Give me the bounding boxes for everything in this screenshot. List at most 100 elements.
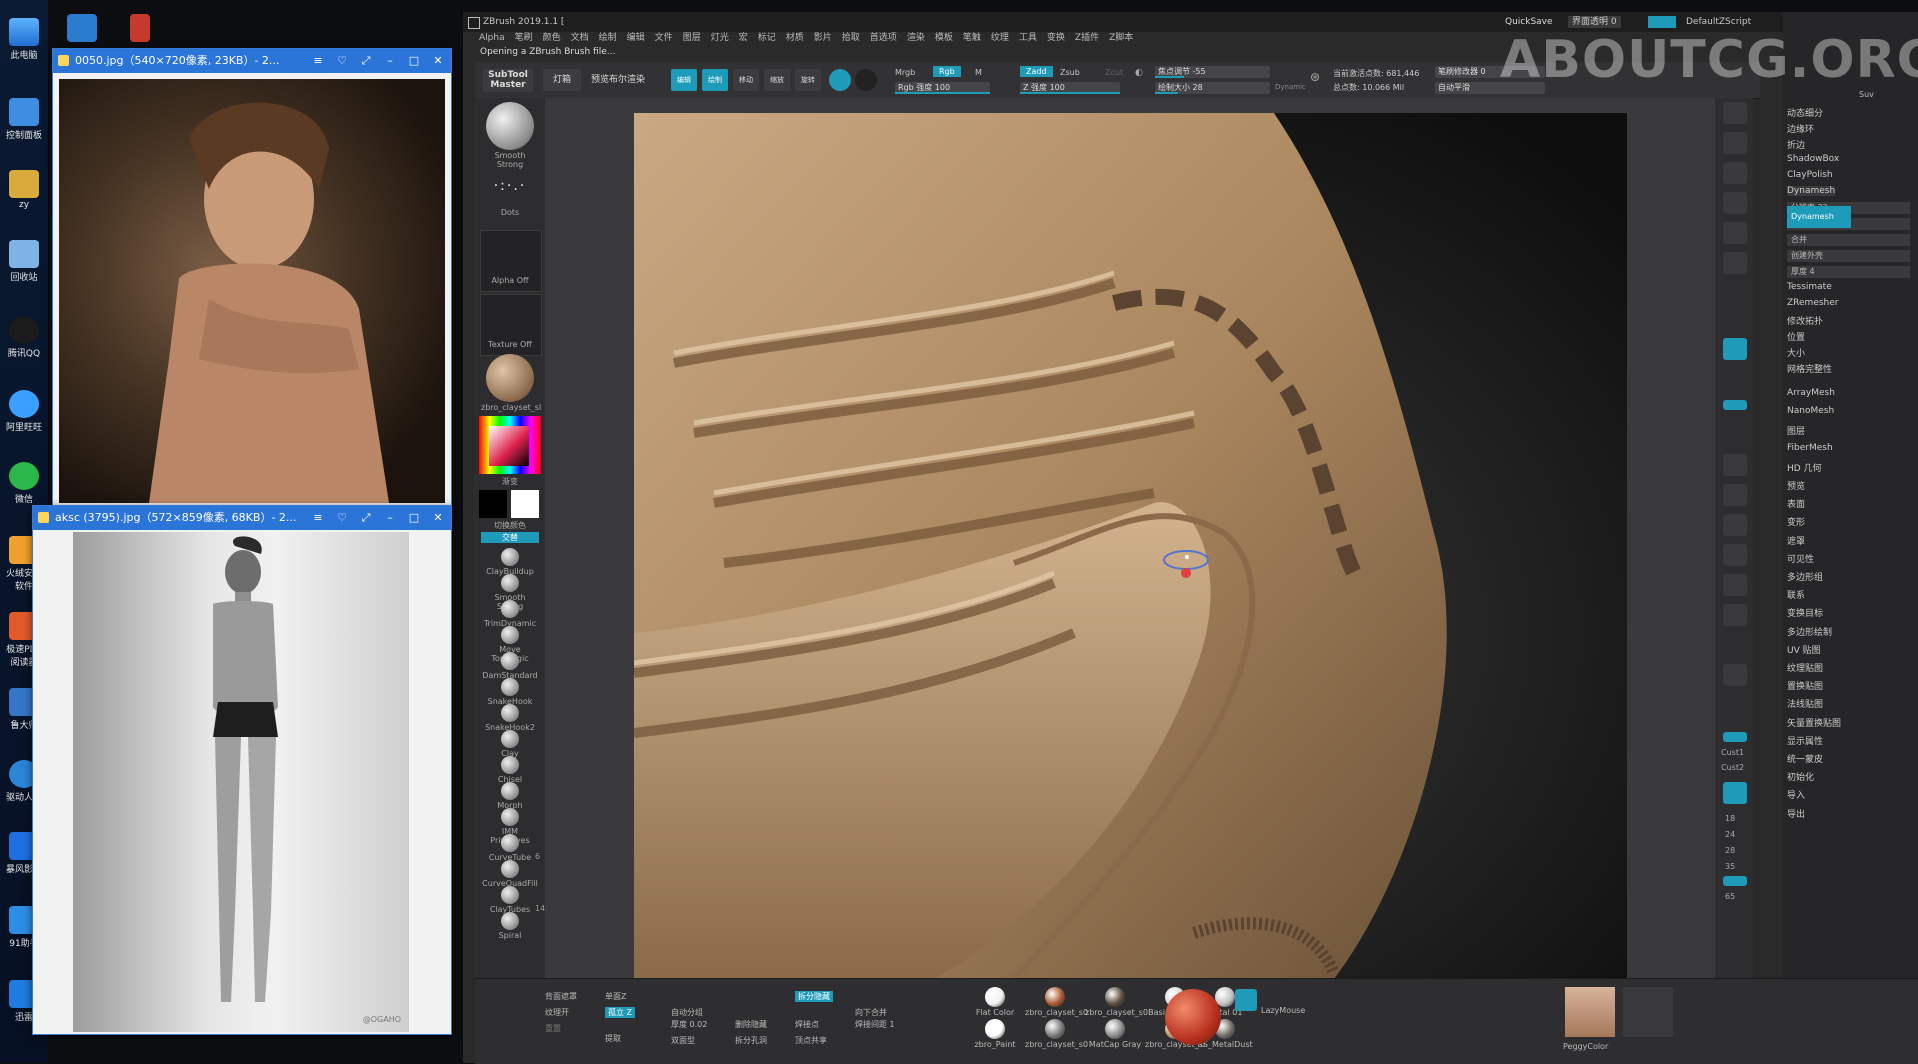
panel-item[interactable]: 多边形绘制 (1787, 625, 1832, 638)
focal-shift-slider[interactable]: 焦点调节 -55 (1155, 66, 1270, 78)
thickness-slider[interactable]: 厚度 0.02 (671, 1019, 707, 1030)
menu-item[interactable]: 文档 (571, 30, 589, 46)
pin-icon[interactable]: ♡ (335, 49, 349, 73)
panel-item[interactable]: Tessimate (1787, 282, 1832, 292)
panel-item[interactable]: ShadowBox (1787, 154, 1839, 164)
panel-item[interactable]: FiberMesh (1787, 443, 1833, 453)
menu-item[interactable]: 颜色 (543, 30, 561, 46)
menu-item[interactable]: 编辑 (627, 30, 645, 46)
menu-toggle[interactable] (1648, 16, 1676, 28)
vertex-share-button[interactable]: 顶点共享 (795, 1035, 827, 1046)
solo-button[interactable] (1723, 664, 1747, 686)
brush-slot[interactable]: TrimDynamic (481, 600, 539, 628)
brush-slot[interactable]: Clay (481, 730, 539, 758)
panel-item[interactable]: Dynamesh (1787, 186, 1836, 196)
zadd-button[interactable]: Zadd (1020, 66, 1053, 77)
panel-item[interactable]: 变换目标 (1787, 606, 1823, 619)
lightbox-button[interactable]: 灯箱 (543, 69, 581, 91)
image-viewer-window-1[interactable]: 0050.jpg（540×720像素, 23KB）- 2... ≡ ♡ ⤢ – … (52, 48, 452, 508)
panel-item[interactable]: 统一蒙皮 (1787, 752, 1823, 765)
desktop-icon-store[interactable] (60, 14, 104, 44)
color-picker[interactable] (479, 416, 541, 474)
material-sphere-icon[interactable] (855, 69, 877, 91)
menu-item[interactable]: 模板 (935, 30, 953, 46)
material-swatch[interactable]: zbro_Paint (965, 1019, 1025, 1049)
secondary-color-swatch[interactable] (511, 490, 539, 518)
dynamic-toggle[interactable]: Dynamic (1275, 83, 1306, 91)
focal-18[interactable]: 18 (1725, 814, 1735, 823)
panel-item[interactable]: 多边形组 (1787, 570, 1823, 583)
swap-color-label[interactable]: 切换颜色 (481, 520, 539, 531)
material-slot[interactable]: zbro_clayset_sl (481, 354, 541, 412)
frame-button[interactable] (1723, 454, 1747, 476)
panel-item[interactable]: UV 贴图 (1787, 643, 1821, 656)
brush-slot[interactable]: ClayBuildup (481, 548, 539, 576)
desktop-icon-control-panel[interactable]: 控制面板 (2, 98, 46, 141)
menu-item[interactable]: 图层 (683, 30, 701, 46)
draw-button[interactable]: 绘制 (702, 69, 728, 91)
camera-button[interactable] (1723, 782, 1747, 804)
weld-dist-slider[interactable]: 焊接间距 1 (855, 1019, 895, 1030)
focal-24[interactable]: 24 (1725, 830, 1735, 839)
minimize-icon[interactable]: – (383, 49, 397, 73)
reset-button[interactable]: 重置 (545, 1023, 561, 1034)
panel-item[interactable]: 法线贴图 (1787, 697, 1823, 710)
panel-item[interactable]: 预览 (1787, 479, 1805, 492)
rotate-view-button[interactable] (1723, 544, 1747, 566)
split-hidden-button[interactable]: 拆分隐藏 (795, 991, 833, 1002)
menu-item[interactable]: Z脚本 (1109, 30, 1133, 46)
panel-item[interactable]: 厚度 4 (1787, 266, 1910, 278)
zsub-button[interactable]: Zsub (1060, 68, 1080, 77)
rotate-button[interactable]: 旋转 (795, 69, 821, 91)
focal-50-button[interactable] (1723, 876, 1747, 886)
z-intensity-slider[interactable]: Z 强度 100 (1020, 82, 1120, 94)
extract-button[interactable]: 提取 (605, 1033, 621, 1044)
panel-item[interactable]: 创建外壳 (1787, 250, 1910, 262)
rgb-intensity-slider[interactable]: Rgb 强度 100 (895, 82, 990, 94)
pin-icon[interactable]: ♡ (335, 506, 349, 530)
panel-item[interactable]: 合并 (1787, 234, 1910, 246)
material-swatch[interactable]: zbro_clayset_s0 (1085, 987, 1148, 1017)
cust2-button[interactable]: Cust2 (1721, 763, 1744, 772)
suv-toggle[interactable]: Suv (1859, 90, 1874, 99)
cust-toggle[interactable] (1723, 732, 1747, 742)
menu-item[interactable]: 绘制 (599, 30, 617, 46)
floor-button[interactable] (1723, 252, 1747, 274)
panel-item[interactable]: 动态细分 (1787, 106, 1823, 119)
desktop-icon-wechat[interactable]: 微信 (2, 462, 46, 505)
desktop-icon-this-pc[interactable]: 此电脑 (2, 18, 46, 61)
fullscreen-icon[interactable]: ⤢ (359, 49, 373, 73)
menu-item[interactable]: 文件 (655, 30, 673, 46)
aahalf-button[interactable] (1723, 192, 1747, 214)
weld-points-button[interactable]: 焊接点 (795, 1019, 819, 1030)
mrgb-button[interactable]: Mrgb (895, 68, 915, 77)
menu-item[interactable]: 笔触 (963, 30, 981, 46)
texture-on-toggle[interactable]: 纹理开 (545, 1007, 569, 1018)
panel-item[interactable]: 图层 (1787, 424, 1805, 437)
panel-item[interactable]: 遮罩 (1787, 534, 1805, 547)
panel-item[interactable]: HD 几何 (1787, 461, 1822, 474)
menu-item[interactable]: 渲染 (907, 30, 925, 46)
subtool-master-button[interactable]: SubTool Master (483, 69, 533, 92)
focal-65[interactable]: 65 (1725, 892, 1735, 901)
desktop-icon-qq[interactable]: 腾讯QQ (2, 316, 46, 359)
panel-item[interactable]: 显示属性 (1787, 734, 1823, 747)
image-viewer-window-2[interactable]: aksc (3795).jpg（572×859像素, 68KB）- 2... ≡… (32, 505, 452, 1035)
panel-item[interactable]: 变形 (1787, 515, 1805, 528)
desktop-icon-zy[interactable]: zy (2, 170, 46, 210)
zoom-view-button[interactable] (1723, 514, 1747, 536)
menu-item[interactable]: 宏 (739, 30, 748, 46)
brush-slot[interactable]: Chisel (481, 756, 539, 784)
panel-item[interactable]: ArrayMesh (1787, 388, 1835, 398)
menu-item[interactable]: 纹理 (991, 30, 1009, 46)
menu-item[interactable]: 变换 (1047, 30, 1065, 46)
focal-35[interactable]: 35 (1725, 862, 1735, 871)
panel-item[interactable]: 导入 (1787, 788, 1805, 801)
brush-slot[interactable]: DamStandard (481, 652, 539, 680)
cust1-button[interactable]: Cust1 (1721, 748, 1744, 757)
menu-item[interactable]: 笔刷 (515, 30, 533, 46)
panel-item[interactable]: ZRemesher (1787, 298, 1839, 308)
draw-size-slider[interactable]: 绘制大小 28 (1155, 82, 1270, 94)
isolate-z-toggle[interactable]: 孤立 Z (605, 1007, 636, 1018)
maximize-icon[interactable]: □ (407, 49, 421, 73)
